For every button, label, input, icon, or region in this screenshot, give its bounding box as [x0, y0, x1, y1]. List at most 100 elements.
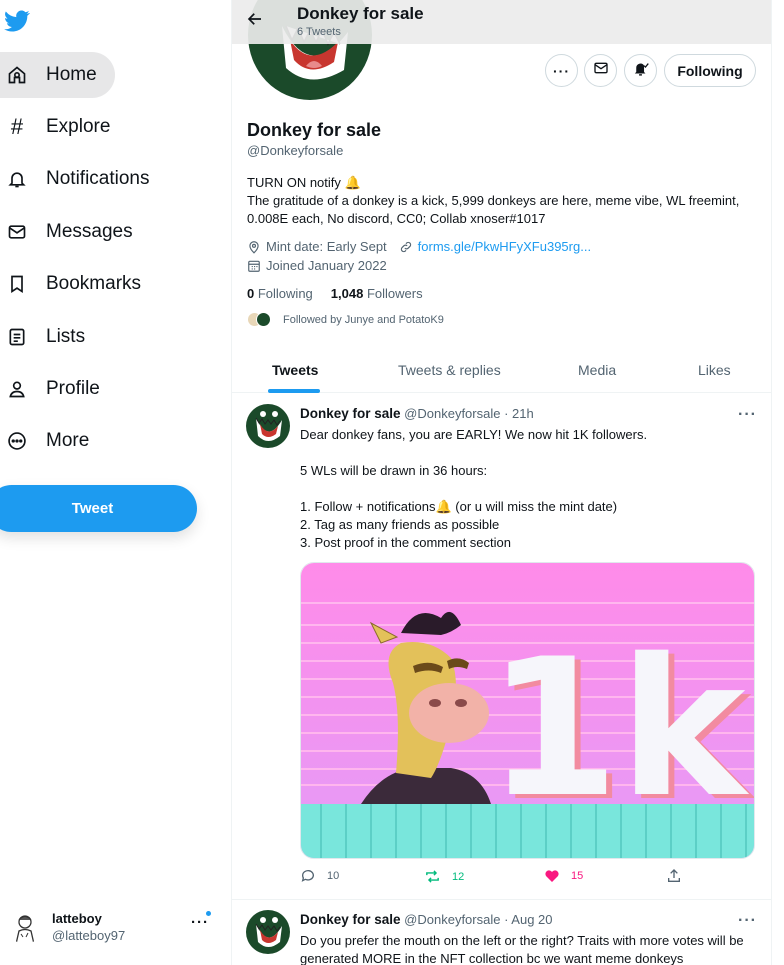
- account-switcher[interactable]: latteboy @latteboy97 ···: [8, 902, 223, 952]
- sidebar-item-explore[interactable]: # Explore: [0, 104, 128, 150]
- followed-by-text: Followed by Junye and PotatoK9: [283, 313, 444, 326]
- tweet-line: Dear donkey fans, you are EARLY! We now …: [300, 427, 648, 442]
- reply-count: 10: [327, 870, 340, 882]
- following-count-link[interactable]: 0 Following: [247, 286, 313, 301]
- follow-counts: 0 Following 1,048 Followers: [247, 286, 423, 301]
- bell-icon: [6, 168, 28, 190]
- followers-label: Followers: [366, 286, 423, 301]
- tab-tweets[interactable]: Tweets: [272, 346, 318, 393]
- like-button[interactable]: 15: [544, 868, 583, 884]
- retweet-button[interactable]: 12: [424, 868, 464, 885]
- tweet-author[interactable]: Donkey for sale: [300, 912, 401, 927]
- joined-date: Joined January 2022: [266, 258, 387, 273]
- reply-icon: [301, 870, 314, 882]
- following-count: 0: [247, 286, 255, 301]
- profile-link[interactable]: forms.gle/PkwHFyXFu395rg...: [418, 239, 591, 254]
- profile-more-button[interactable]: ···: [545, 54, 578, 87]
- sidebar-item-label: Bookmarks: [46, 273, 142, 294]
- calendar-icon: [248, 260, 260, 272]
- tweet-meta: @Donkeyforsale · 21h: [404, 406, 534, 421]
- tweet-header: Donkey for sale @Donkeyforsale · Aug 20: [300, 912, 553, 927]
- sidebar-item-messages[interactable]: Messages: [0, 209, 151, 255]
- tab-tweets-replies[interactable]: Tweets & replies: [398, 346, 501, 393]
- link-icon: [400, 241, 411, 252]
- tweet-image[interactable]: 1k 1k: [300, 562, 755, 859]
- following-button[interactable]: Following: [664, 54, 756, 87]
- share-icon: [668, 869, 680, 882]
- avatar: [256, 312, 271, 327]
- more-circle-icon: [6, 430, 28, 452]
- sidebar-item-bookmarks[interactable]: Bookmarks: [0, 261, 159, 307]
- avatar: [8, 910, 42, 944]
- envelope-icon: [593, 60, 609, 81]
- media-caption: 1k 1k: [487, 618, 754, 843]
- like-count: 15: [571, 870, 584, 882]
- tweet-line: 5 WLs will be drawn in 36 hours:: [300, 463, 488, 478]
- active-tab-indicator: [268, 389, 320, 393]
- divider: [232, 899, 771, 900]
- sidebar-item-notifications[interactable]: Notifications: [0, 156, 168, 202]
- account-handle: @latteboy97: [52, 928, 126, 943]
- more-icon: ···: [553, 62, 570, 79]
- tweet-line: 3. Post proof in the comment section: [300, 535, 511, 550]
- sidebar-item-label: Explore: [46, 116, 111, 137]
- followers-count: 1,048: [330, 286, 364, 301]
- tweet-meta: @Donkeyforsale · Aug 20: [404, 912, 553, 927]
- sidebar: Home # Explore Notifications Messages Bo…: [0, 0, 232, 965]
- mint-date: Mint date: Early Sept: [266, 239, 387, 254]
- heart-filled-icon: [545, 870, 559, 882]
- page-title: Donkey for sale: [297, 4, 424, 23]
- profile-meta: Mint date: Early Sept forms.gle/PkwHFyXF…: [247, 239, 591, 254]
- bookmark-icon: [6, 273, 28, 295]
- profile-joined: Joined January 2022: [247, 258, 387, 273]
- tab-likes[interactable]: Likes: [698, 346, 731, 393]
- profile-tabs: Tweets Tweets & replies Media Likes: [232, 346, 771, 393]
- profile-name: Donkey for sale: [247, 120, 382, 140]
- sidebar-item-label: Profile: [46, 378, 100, 399]
- profile-bio: TURN ON notify 🔔 The gratitude of a donk…: [247, 174, 747, 228]
- envelope-icon: [6, 221, 28, 243]
- following-label: Following: [257, 286, 313, 301]
- reply-button[interactable]: 10: [300, 868, 339, 884]
- tweet-header: Donkey for sale @Donkeyforsale · 21h: [300, 406, 534, 421]
- hashtag-icon: #: [10, 114, 24, 139]
- retweet-icon: [426, 870, 439, 883]
- retweet-count: 12: [452, 870, 465, 883]
- sidebar-item-label: Notifications: [46, 168, 150, 189]
- tweet-text: Dear donkey fans, you are EARLY! We now …: [300, 426, 760, 552]
- tweet-count: 6 Tweets: [297, 26, 341, 38]
- person-icon: [6, 378, 28, 400]
- followed-by[interactable]: Followed by Junye and PotatoK9: [247, 312, 444, 327]
- account-name: latteboy: [52, 911, 102, 926]
- bio-line: TURN ON notify 🔔: [247, 175, 361, 190]
- avatar[interactable]: [246, 910, 290, 954]
- unread-dot: [206, 911, 211, 916]
- list-icon: [6, 326, 28, 348]
- sidebar-item-label: Messages: [46, 221, 133, 242]
- sidebar-item-label: Lists: [46, 326, 86, 347]
- followers-count-link[interactable]: 1,048 Followers: [331, 286, 423, 301]
- share-button[interactable]: [666, 868, 682, 884]
- tab-media[interactable]: Media: [578, 346, 616, 393]
- avatar[interactable]: [246, 404, 290, 448]
- sidebar-item-home[interactable]: Home: [0, 52, 115, 98]
- twitter-logo-icon[interactable]: [4, 8, 32, 36]
- tweet-more-icon[interactable]: ···: [738, 406, 757, 424]
- profile-handle: @Donkeyforsale: [247, 143, 344, 158]
- top-bar: Donkey for sale 6 Tweets: [232, 0, 771, 44]
- tweet-actions: 10 12 15: [300, 868, 720, 890]
- sidebar-item-profile[interactable]: Profile: [0, 366, 118, 412]
- tweet-author[interactable]: Donkey for sale: [300, 406, 401, 421]
- tweet-more-icon[interactable]: ···: [738, 912, 757, 930]
- sidebar-item-lists[interactable]: Lists: [0, 314, 103, 360]
- home-icon: [6, 64, 28, 86]
- tweet-line: 2. Tag as many friends as possible: [300, 517, 500, 532]
- more-icon[interactable]: ···: [191, 914, 209, 931]
- sidebar-item-more[interactable]: More: [0, 418, 107, 464]
- tweet-button[interactable]: Tweet: [0, 485, 197, 532]
- tweet-text: Do you prefer the mouth on the left or t…: [300, 933, 744, 965]
- message-button[interactable]: [584, 54, 617, 87]
- tweet-line: 1. Follow + notifications🔔 (or u will mi…: [300, 499, 618, 514]
- notify-button[interactable]: [624, 54, 657, 87]
- back-arrow-icon[interactable]: [246, 10, 266, 30]
